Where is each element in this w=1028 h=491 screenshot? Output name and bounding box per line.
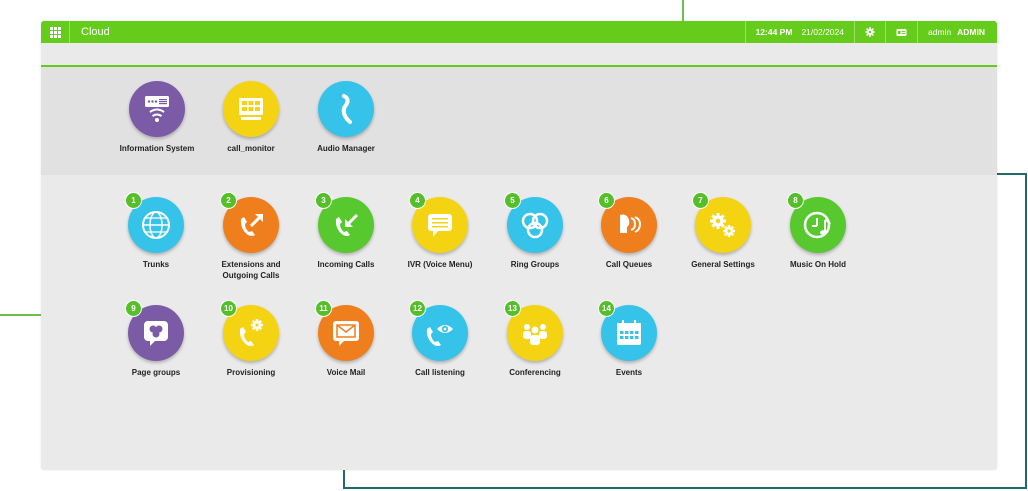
monitor-icon: [223, 81, 279, 137]
module-number-badge: 13: [505, 301, 520, 316]
module-label: IVR (Voice Menu): [407, 260, 473, 269]
module-label: General Settings: [691, 260, 755, 269]
app-window: Cloud 12:44 PM 21/02/2024 admin ADMIN In…: [41, 21, 997, 470]
people-icon: 13: [505, 301, 563, 361]
clock-time: 12:44 PM: [755, 27, 793, 37]
globe-icon: 1: [126, 193, 184, 253]
module-label: Incoming Calls: [317, 260, 375, 269]
module-number-badge: 11: [316, 301, 331, 316]
settings-button[interactable]: [853, 21, 885, 43]
module-number-badge: 8: [788, 193, 803, 208]
profile-card-button[interactable]: [884, 21, 917, 43]
music-clock-icon: 8: [788, 193, 846, 253]
user-menu[interactable]: admin ADMIN: [916, 21, 997, 43]
phone-gear-icon: 10: [221, 301, 279, 361]
module-incoming-calls[interactable]: 3 Incoming Calls: [306, 193, 386, 270]
module-events[interactable]: 14 Events: [589, 301, 669, 378]
app-label: Audio Manager: [317, 144, 375, 153]
module-conferencing[interactable]: 13 Conferencing: [495, 301, 575, 378]
module-number-badge: 4: [410, 193, 425, 208]
top-bar: Cloud 12:44 PM 21/02/2024 admin ADMIN: [41, 21, 997, 43]
user-role: ADMIN: [957, 27, 985, 37]
audio-icon: [318, 81, 374, 137]
app-title: Cloud: [81, 26, 110, 38]
ring-groups-icon: 5: [505, 193, 563, 253]
module-trunks[interactable]: 1 Trunks: [116, 193, 196, 270]
toolbar-strip: [41, 43, 997, 67]
page-groups-icon: 9: [126, 301, 184, 361]
module-number-badge: 10: [221, 301, 236, 316]
app-audio-manager[interactable]: Audio Manager: [306, 81, 386, 154]
apps-grid-icon: [49, 26, 61, 38]
module-label: Extensions and Outgoing Calls: [221, 260, 281, 280]
module-ivr[interactable]: 4 IVR (Voice Menu): [400, 193, 480, 270]
module-call-queues[interactable]: 6 Call Queues: [589, 193, 669, 270]
module-label: Events: [615, 368, 643, 377]
module-label: Call Queues: [605, 260, 653, 269]
app-label: Information System: [119, 144, 195, 153]
user-name: admin: [927, 27, 952, 37]
module-voice-mail[interactable]: 11 Voice Mail: [306, 301, 386, 378]
modules-grid: 1 Trunks 2 Extensions and Outgoing Calls…: [41, 175, 997, 470]
module-number-badge: 6: [599, 193, 614, 208]
envelope-icon: 11: [316, 301, 374, 361]
module-number-badge: 5: [505, 193, 520, 208]
module-number-badge: 7: [693, 193, 708, 208]
module-extensions-outgoing[interactable]: 2 Extensions and Outgoing Calls: [211, 193, 291, 281]
phone-eye-icon: 12: [410, 301, 468, 361]
incoming-call-icon: 3: [316, 193, 374, 253]
module-call-listening[interactable]: 12 Call listening: [400, 301, 480, 378]
apps-grid-button[interactable]: [41, 21, 70, 43]
module-number-badge: 14: [599, 301, 614, 316]
module-number-badge: 9: [126, 301, 141, 316]
outgoing-call-icon: 2: [221, 193, 279, 253]
app-label: call_monitor: [227, 144, 275, 153]
app-call-monitor[interactable]: call_monitor: [211, 81, 291, 154]
module-label: Music On Hold: [790, 260, 846, 269]
module-number-badge: 12: [410, 301, 425, 316]
module-page-groups[interactable]: 9 Page groups: [116, 301, 196, 378]
module-general-settings[interactable]: 7 General Settings: [683, 193, 763, 270]
module-ring-groups[interactable]: 5 Ring Groups: [495, 193, 575, 270]
module-number-badge: 3: [316, 193, 331, 208]
calendar-icon: 14: [599, 301, 657, 361]
module-label: Provisioning: [226, 368, 276, 377]
gears-icon: 7: [693, 193, 751, 253]
module-label: Ring Groups: [510, 260, 560, 269]
module-label: Trunks: [142, 260, 170, 269]
chat-menu-icon: 4: [410, 193, 468, 253]
module-label: Call listening: [415, 368, 465, 377]
app-information-system[interactable]: Information System: [117, 81, 197, 154]
module-label: Conferencing: [509, 368, 561, 377]
module-number-badge: 2: [221, 193, 236, 208]
module-music-on-hold[interactable]: 8 Music On Hold: [778, 193, 858, 270]
system-apps-row: Information System call_monitor Audio Ma…: [41, 67, 997, 175]
module-number-badge: 1: [126, 193, 141, 208]
module-provisioning[interactable]: 10 Provisioning: [211, 301, 291, 378]
queue-heads-icon: 6: [599, 193, 657, 253]
module-label: Page groups: [131, 368, 181, 377]
server-icon: [129, 81, 185, 137]
datetime: 12:44 PM 21/02/2024: [744, 21, 854, 43]
gear-icon: [865, 27, 875, 37]
module-label: Voice Mail: [326, 368, 366, 377]
id-card-icon: [896, 28, 907, 36]
clock-date: 21/02/2024: [801, 27, 844, 37]
